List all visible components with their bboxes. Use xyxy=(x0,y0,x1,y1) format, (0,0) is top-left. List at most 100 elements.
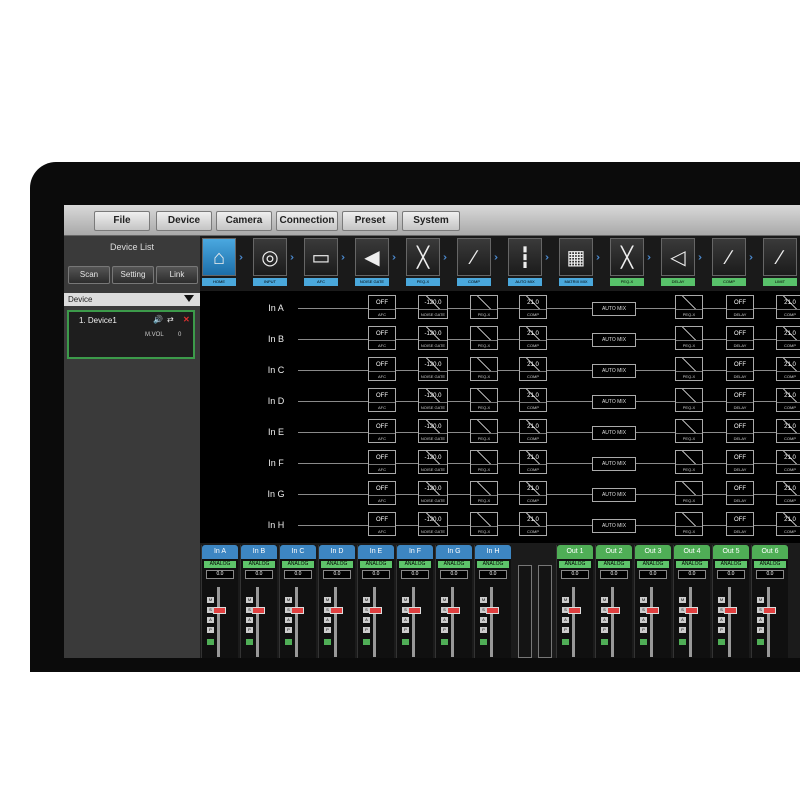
automix-block[interactable]: AUTO MIX xyxy=(592,302,636,316)
link-button[interactable]: Link xyxy=(156,266,198,284)
automix-block[interactable]: AUTO MIX xyxy=(592,395,636,409)
strip-button[interactable]: P xyxy=(601,627,608,633)
peq-out-block[interactable]: PEQ-X xyxy=(675,388,703,412)
source-badge[interactable]: ANALOG xyxy=(477,561,509,568)
strip-button[interactable]: A xyxy=(480,617,487,623)
afc-block[interactable]: OFF AFC xyxy=(368,295,396,319)
peq-block[interactable]: PEQ-X xyxy=(470,481,498,505)
peq-out-block[interactable]: PEQ-X xyxy=(675,357,703,381)
comp-out-block[interactable]: 21.0 COMP xyxy=(776,450,800,474)
strip-button[interactable]: P xyxy=(640,627,647,633)
peq-block[interactable]: PEQ-X xyxy=(470,295,498,319)
strip-button[interactable]: M xyxy=(285,597,292,603)
limiter-curve-icon[interactable]: ∕ xyxy=(763,238,797,276)
peq-out-block[interactable]: PEQ-X xyxy=(675,295,703,319)
fader-knob[interactable] xyxy=(291,607,304,614)
strip-button[interactable]: M xyxy=(679,597,686,603)
strip-link-button[interactable] xyxy=(679,639,686,645)
out-channel-name[interactable]: Out 1 xyxy=(557,545,593,559)
noise-gate-block[interactable]: -120.0 NOISE GATE xyxy=(418,481,448,505)
peq-block[interactable]: PEQ-X xyxy=(470,512,498,536)
strip-link-button[interactable] xyxy=(207,639,214,645)
source-badge[interactable]: ANALOG xyxy=(676,561,708,568)
fader-track[interactable] xyxy=(334,587,337,657)
strip-button[interactable]: M xyxy=(441,597,448,603)
automix-block[interactable]: AUTO MIX xyxy=(592,426,636,440)
fader-knob[interactable] xyxy=(330,607,343,614)
source-badge[interactable]: ANALOG xyxy=(204,561,236,568)
source-badge[interactable]: ANALOG xyxy=(559,561,591,568)
out-channel-name[interactable]: Out 4 xyxy=(674,545,710,559)
fader-knob[interactable] xyxy=(607,607,620,614)
sync-icon[interactable]: ⇄ xyxy=(167,315,174,324)
fader-track[interactable] xyxy=(451,587,454,657)
peq-curve-icon[interactable]: ╳ xyxy=(610,238,644,276)
delay-block[interactable]: OFF DELAY xyxy=(726,326,754,350)
delay-block[interactable]: OFF DELAY xyxy=(726,481,754,505)
strip-link-button[interactable] xyxy=(601,639,608,645)
fader-knob[interactable] xyxy=(486,607,499,614)
fader-track[interactable] xyxy=(611,587,614,657)
strip-button[interactable]: M xyxy=(324,597,331,603)
source-badge[interactable]: ANALOG xyxy=(598,561,630,568)
fader-track[interactable] xyxy=(767,587,770,657)
noise-gate-block[interactable]: -120.0 NOISE GATE xyxy=(418,388,448,412)
fader-track[interactable] xyxy=(572,587,575,657)
out-channel-name[interactable]: Out 2 xyxy=(596,545,632,559)
comp-block[interactable]: 21.0 COMP xyxy=(519,450,547,474)
menu-camera[interactable]: Camera xyxy=(216,211,272,231)
strip-link-button[interactable] xyxy=(757,639,764,645)
fader-knob[interactable] xyxy=(408,607,421,614)
strip-button[interactable]: M xyxy=(480,597,487,603)
strip-link-button[interactable] xyxy=(285,639,292,645)
source-badge[interactable]: ANALOG xyxy=(715,561,747,568)
peq-out-block[interactable]: PEQ-X xyxy=(675,326,703,350)
peq-out-block[interactable]: PEQ-X xyxy=(675,512,703,536)
source-badge[interactable]: ANALOG xyxy=(243,561,275,568)
fader-knob[interactable] xyxy=(646,607,659,614)
automix-block[interactable]: AUTO MIX xyxy=(592,519,636,533)
strip-button[interactable]: M xyxy=(207,597,214,603)
fader-knob[interactable] xyxy=(724,607,737,614)
volume-icon[interactable]: 🔊 xyxy=(153,315,163,324)
fader-knob[interactable] xyxy=(369,607,382,614)
strip-button[interactable]: P xyxy=(757,627,764,633)
source-badge[interactable]: ANALOG xyxy=(637,561,669,568)
strip-button[interactable]: P xyxy=(679,627,686,633)
strip-button[interactable]: A xyxy=(363,617,370,623)
afc-block[interactable]: OFF AFC xyxy=(368,481,396,505)
strip-button[interactable]: P xyxy=(246,627,253,633)
peq-block[interactable]: PEQ-X xyxy=(470,419,498,443)
setting-button[interactable]: Setting xyxy=(112,266,154,284)
fader-knob[interactable] xyxy=(568,607,581,614)
fader-track[interactable] xyxy=(412,587,415,657)
comp-out-block[interactable]: 21.0 COMP xyxy=(776,295,800,319)
afc-block[interactable]: OFF AFC xyxy=(368,450,396,474)
strip-button[interactable]: S xyxy=(402,607,409,613)
comp-out-block[interactable]: 21.0 COMP xyxy=(776,512,800,536)
automix-block[interactable]: AUTO MIX xyxy=(592,457,636,471)
in-channel-name[interactable]: In H xyxy=(475,545,511,559)
fader-knob[interactable] xyxy=(447,607,460,614)
comp-out-block[interactable]: 21.0 COMP xyxy=(776,357,800,381)
automix-block[interactable]: AUTO MIX xyxy=(592,364,636,378)
peq-block[interactable]: PEQ-X xyxy=(470,450,498,474)
noise-gate-block[interactable]: -120.0 NOISE GATE xyxy=(418,512,448,536)
device-item[interactable]: 1. Device1 🔊 ⇄ ✕ M.VOL 0 xyxy=(67,310,195,359)
comp-block[interactable]: 21.0 COMP xyxy=(519,419,547,443)
delay-block[interactable]: OFF DELAY xyxy=(726,512,754,536)
menu-file[interactable]: File xyxy=(94,211,150,231)
strip-button[interactable]: S xyxy=(207,607,214,613)
afc-block[interactable]: OFF AFC xyxy=(368,388,396,412)
strip-button[interactable]: A xyxy=(324,617,331,623)
in-channel-name[interactable]: In B xyxy=(241,545,277,559)
in-channel-name[interactable]: In D xyxy=(319,545,355,559)
fader-bank-icon[interactable]: ┇ xyxy=(508,238,542,276)
fader-track[interactable] xyxy=(728,587,731,657)
out-channel-name[interactable]: Out 5 xyxy=(713,545,749,559)
strip-button[interactable]: S xyxy=(246,607,253,613)
source-badge[interactable]: ANALOG xyxy=(360,561,392,568)
scan-button[interactable]: Scan xyxy=(68,266,110,284)
fader-knob[interactable] xyxy=(213,607,226,614)
peq-out-block[interactable]: PEQ-X xyxy=(675,481,703,505)
